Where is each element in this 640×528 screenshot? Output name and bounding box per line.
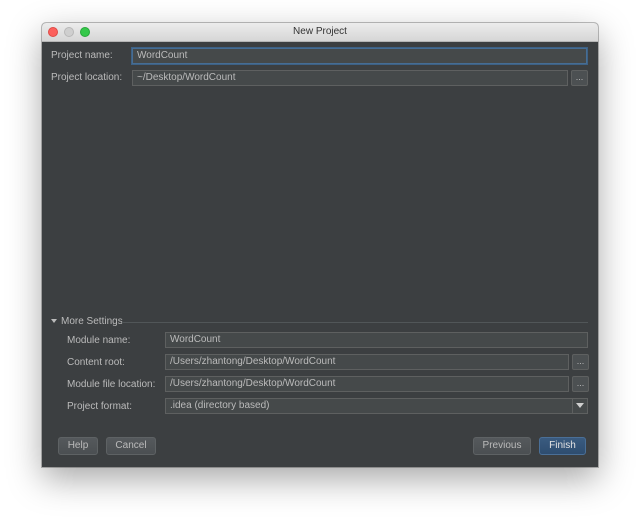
finish-button[interactable]: Finish bbox=[539, 437, 586, 455]
module-name-label: Module name: bbox=[67, 335, 131, 346]
cancel-button[interactable]: Cancel bbox=[106, 437, 156, 455]
module-file-location-browse-button[interactable]: ... bbox=[572, 376, 589, 392]
help-button[interactable]: Help bbox=[58, 437, 98, 455]
previous-button[interactable]: Previous bbox=[473, 437, 531, 455]
module-file-location-label: Module file location: bbox=[67, 379, 156, 390]
title-bar: New Project bbox=[42, 23, 598, 42]
more-settings-label: More Settings bbox=[61, 316, 123, 327]
project-format-select[interactable]: .idea (directory based) bbox=[165, 398, 588, 414]
section-divider bbox=[122, 322, 588, 323]
module-file-location-input[interactable]: /Users/zhantong/Desktop/WordCount bbox=[165, 376, 569, 392]
content-root-input[interactable]: /Users/zhantong/Desktop/WordCount bbox=[165, 354, 569, 370]
project-name-input[interactable]: WordCount bbox=[132, 48, 587, 64]
new-project-dialog: New Project Project name: WordCount Proj… bbox=[42, 23, 598, 467]
project-name-label: Project name: bbox=[51, 50, 113, 61]
window-title: New Project bbox=[293, 26, 347, 37]
more-settings-toggle[interactable]: More Settings bbox=[51, 316, 123, 327]
project-location-input[interactable]: ~/Desktop/WordCount bbox=[132, 70, 568, 86]
chevron-down-icon[interactable] bbox=[572, 399, 587, 413]
project-format-value: .idea (directory based) bbox=[170, 400, 270, 411]
project-location-label: Project location: bbox=[51, 72, 123, 83]
content-root-browse-button[interactable]: ... bbox=[572, 354, 589, 370]
project-format-label: Project format: bbox=[67, 401, 133, 412]
triangle-down-icon bbox=[51, 319, 57, 323]
content-root-label: Content root: bbox=[67, 357, 125, 368]
project-location-browse-button[interactable]: ... bbox=[571, 70, 588, 86]
module-name-input[interactable]: WordCount bbox=[165, 332, 588, 348]
